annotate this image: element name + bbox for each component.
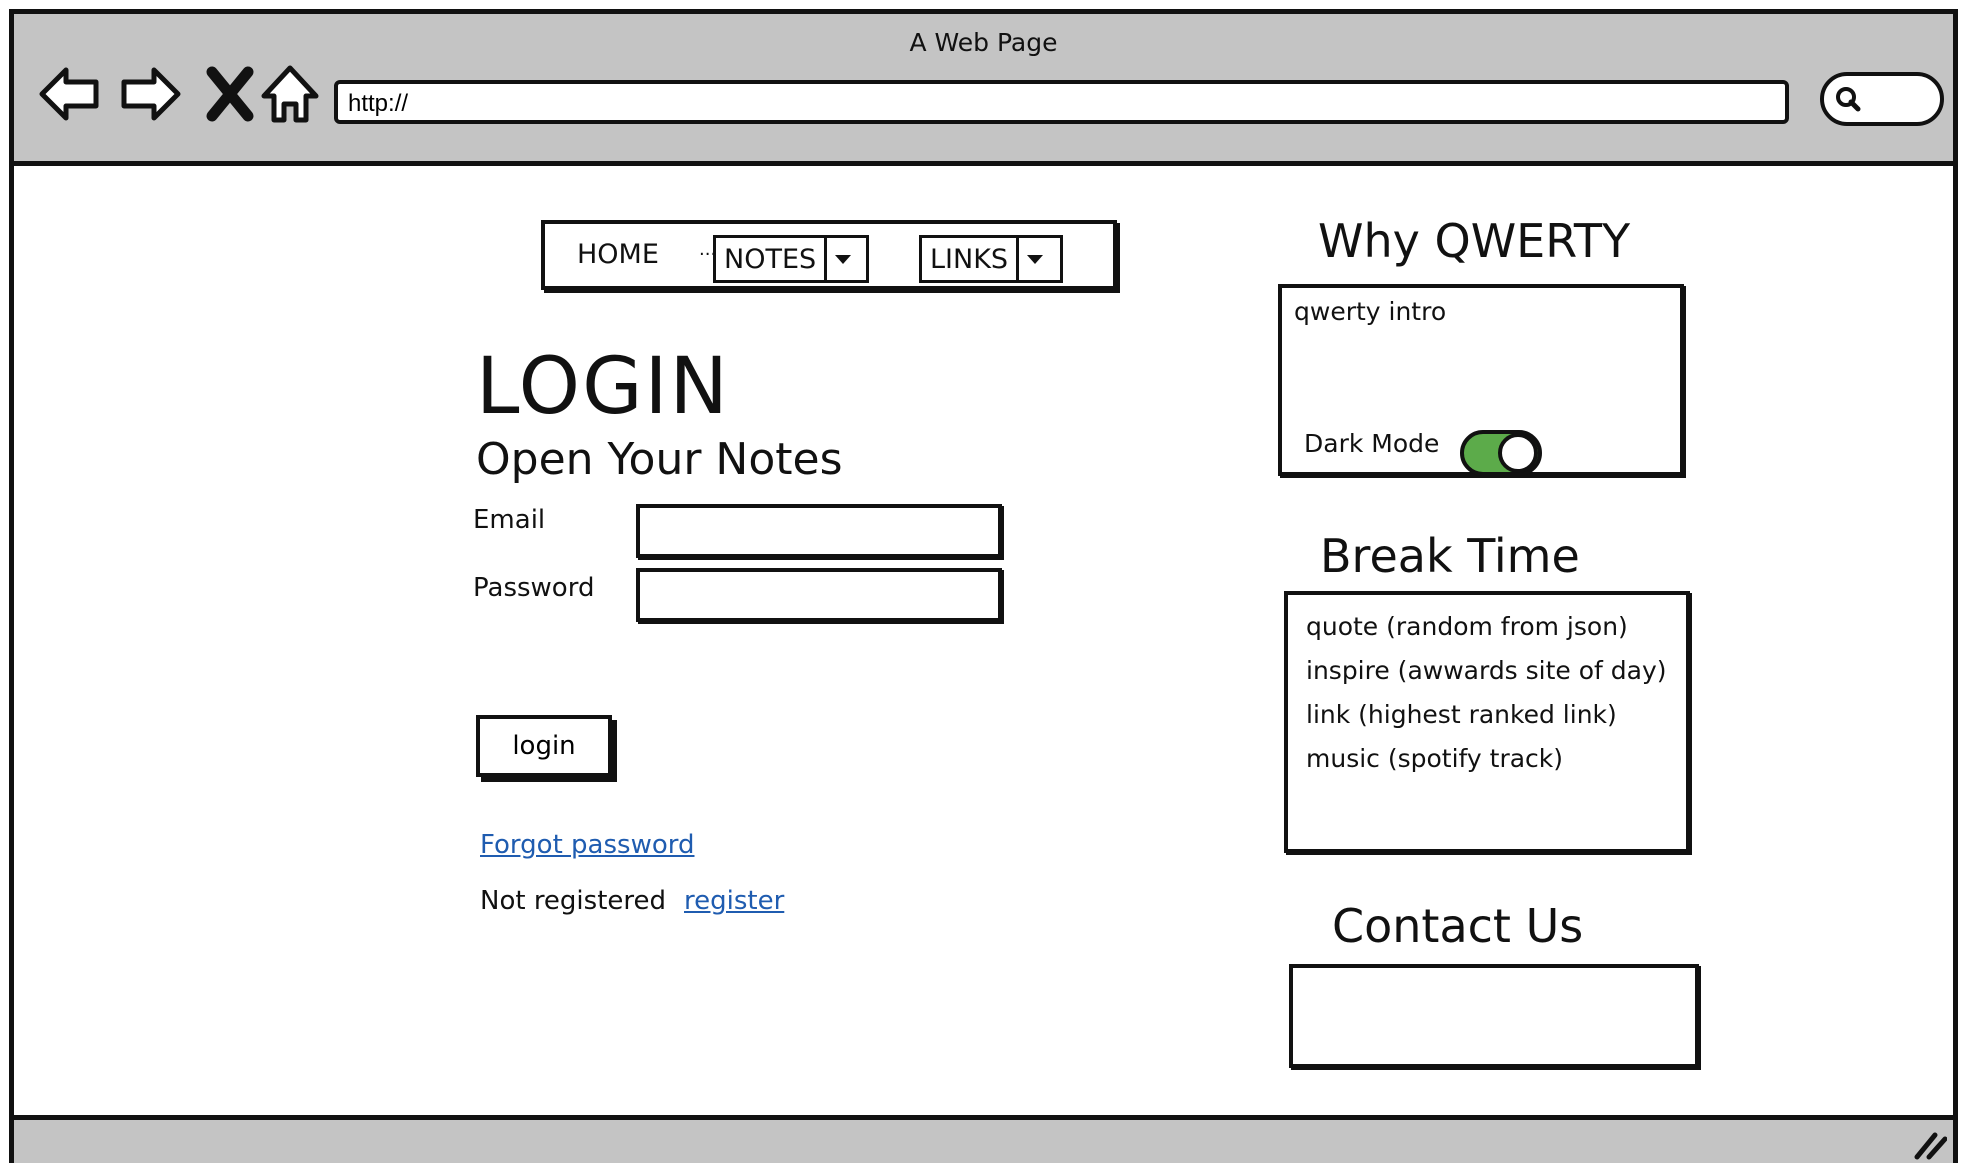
- browser-toolbar: A Web Page: [14, 14, 1953, 166]
- dark-mode-label: Dark Mode: [1304, 429, 1440, 458]
- contact-us-heading: Contact Us: [1332, 899, 1584, 953]
- password-field[interactable]: [636, 568, 1002, 622]
- why-qwerty-heading: Why QWERTY: [1318, 214, 1631, 268]
- forgot-password-link[interactable]: Forgot password: [480, 830, 694, 860]
- url-input[interactable]: [334, 80, 1789, 124]
- toggle-knob: [1498, 433, 1538, 473]
- resize-grip-icon[interactable]: [1911, 1125, 1947, 1161]
- list-item[interactable]: music (spotify track): [1306, 744, 1667, 788]
- register-link[interactable]: register: [684, 886, 784, 916]
- qwerty-intro-text: qwerty intro: [1294, 297, 1447, 326]
- search-icon: [1836, 87, 1861, 112]
- browser-window: A Web Page HOME ... NOTES: [9, 9, 1958, 1163]
- menu-dropdown-notes-label: NOTES: [724, 243, 817, 275]
- login-button[interactable]: login: [476, 715, 612, 777]
- list-item[interactable]: inspire (awwards site of day): [1306, 656, 1667, 700]
- chevron-down-icon: [824, 238, 858, 280]
- menu-dropdown-links-label: LINKS: [930, 243, 1009, 275]
- email-label: Email: [473, 505, 546, 535]
- page-subtitle: Open Your Notes: [476, 434, 843, 485]
- password-label: Password: [473, 573, 595, 603]
- contact-us-panel[interactable]: [1289, 964, 1699, 1068]
- menu-dropdown-links[interactable]: LINKS: [919, 235, 1063, 283]
- break-time-list: quote (random from json) inspire (awward…: [1306, 612, 1667, 788]
- home-icon[interactable]: [258, 62, 322, 126]
- forward-arrow-icon[interactable]: [118, 62, 182, 126]
- list-item[interactable]: quote (random from json): [1306, 612, 1667, 656]
- menu-dropdown-notes[interactable]: NOTES: [713, 235, 869, 283]
- page-title: LOGIN: [476, 342, 730, 432]
- list-item[interactable]: link (highest ranked link): [1306, 700, 1667, 744]
- break-time-heading: Break Time: [1320, 529, 1580, 583]
- status-bar: [14, 1115, 1953, 1163]
- menu-item-home[interactable]: HOME: [577, 239, 659, 270]
- dark-mode-toggle[interactable]: [1460, 430, 1542, 476]
- window-title: A Web Page: [909, 28, 1058, 57]
- chevron-down-icon: [1016, 238, 1050, 280]
- nav-menu: HOME ... NOTES LINKS: [541, 220, 1117, 290]
- browser-search[interactable]: [1820, 72, 1944, 126]
- back-arrow-icon[interactable]: [38, 62, 102, 126]
- not-registered-text: Not registered: [480, 886, 667, 916]
- stop-icon[interactable]: [198, 62, 262, 126]
- email-field[interactable]: [636, 504, 1002, 558]
